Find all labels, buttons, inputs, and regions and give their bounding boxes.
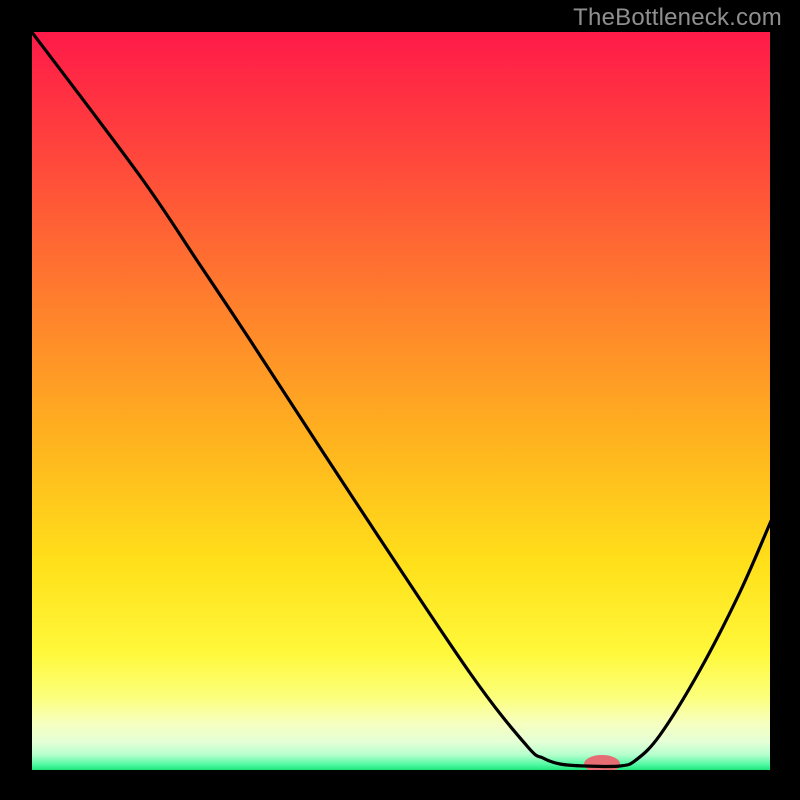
plot-background	[31, 31, 771, 771]
chart-frame: TheBottleneck.com	[0, 0, 800, 800]
chart-svg	[0, 0, 800, 800]
watermark-text: TheBottleneck.com	[573, 4, 782, 32]
